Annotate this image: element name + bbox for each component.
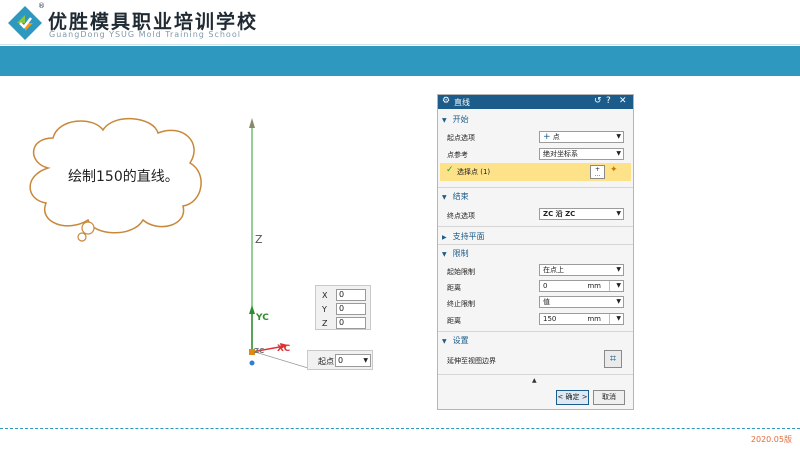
axis-xc-label: XC <box>277 344 291 354</box>
start-limit-label: 起始限制 <box>447 268 475 276</box>
y-input[interactable]: 0 <box>336 303 366 315</box>
point-ref-value: 绝对坐标系 <box>543 150 578 158</box>
select-point-text: 选择点 (1) <box>457 168 491 176</box>
section-support-plane-label: 支持平面 <box>452 232 485 241</box>
version-label: 2020.05版 <box>750 435 792 444</box>
x-input[interactable]: 0 <box>336 289 366 301</box>
divider <box>438 226 633 227</box>
cad-axes <box>249 118 309 369</box>
distance1-unit: mm <box>587 282 601 290</box>
point-ref-label: 点参考 <box>447 151 468 159</box>
end-option-label: 终点选项 <box>447 212 475 220</box>
point-dialog-icon[interactable]: + ··· <box>590 165 605 180</box>
close-icon[interactable]: ✕ <box>619 96 627 106</box>
distance1-label: 距离 <box>447 284 461 292</box>
start-limit-value: 在点上 <box>543 266 564 274</box>
axis-z-label: Z <box>255 233 263 246</box>
end-limit-value: 值 <box>543 298 550 306</box>
reset-icon[interactable]: ↺ <box>594 96 602 106</box>
distance2-input[interactable]: 150 mm ▼ <box>539 313 624 325</box>
select-point-row[interactable]: ✓ 选择点 (1) + ··· ✦ <box>440 163 631 181</box>
start-option-select[interactable]: + 点 ▼ <box>539 131 624 143</box>
end-option-select[interactable]: ZC 沿 ZC ▼ <box>539 208 624 220</box>
start-point-label: 起点 <box>318 357 334 366</box>
end-limit-label: 终止限制 <box>447 300 475 308</box>
expand-triangle-icon: ▶ <box>442 234 447 241</box>
x-label: X <box>322 290 328 300</box>
section-support-plane-header[interactable]: ▶ 支持平面 <box>442 231 485 243</box>
chevron-down-icon[interactable]: ▼ <box>616 314 621 324</box>
extend-to-view-label: 延伸至视图边界 <box>447 357 496 365</box>
help-icon[interactable]: ? <box>606 96 611 106</box>
school-logo <box>8 6 42 40</box>
school-english-name: GuangDong YSUG Mold Training School <box>49 30 241 39</box>
chevron-down-icon: ▼ <box>616 298 621 305</box>
check-icon: ✓ <box>446 165 454 175</box>
distance1-value: 0 <box>543 282 548 290</box>
divider <box>438 331 633 332</box>
end-option-value: ZC 沿 ZC <box>543 210 576 218</box>
distance2-label: 距离 <box>447 317 461 325</box>
collapse-triangle-icon: ▼ <box>442 194 447 201</box>
point-ref-select[interactable]: 绝对坐标系 ▼ <box>539 148 624 160</box>
end-limit-select[interactable]: 值 ▼ <box>539 296 624 308</box>
footer-divider <box>0 428 800 429</box>
section-end-label: 结束 <box>452 192 469 201</box>
axis-zc-label: ZC <box>254 347 265 355</box>
section-limits-header[interactable]: ▼ 限制 <box>442 248 469 260</box>
collapse-triangle-icon: ▼ <box>442 338 447 345</box>
chevron-down-icon: ▼ <box>616 150 621 157</box>
collapse-triangle-icon: ▼ <box>442 251 447 258</box>
divider <box>438 374 633 375</box>
cancel-button[interactable]: 取消 <box>593 390 625 405</box>
y-label: Y <box>322 304 327 314</box>
start-point-panel: 起点 0 ▼ <box>307 350 373 370</box>
snap-point-icon[interactable]: ✦ <box>610 165 618 175</box>
header-banner <box>0 46 800 76</box>
section-end-header[interactable]: ▼ 结束 <box>442 191 469 203</box>
axis-yc-label: YC <box>256 313 269 323</box>
chevron-down-icon: ▼ <box>363 357 368 364</box>
distance1-input[interactable]: 0 mm ▼ <box>539 280 624 292</box>
z-arrow-head <box>249 118 255 128</box>
chevron-down-icon[interactable]: ▼ <box>616 281 621 291</box>
callout-text: 绘制150的直线。 <box>68 169 179 185</box>
start-point-value: 0 <box>338 356 344 365</box>
divider <box>438 244 633 245</box>
gear-icon[interactable]: ⚙ <box>442 96 450 106</box>
coordinate-input-panel: X 0 Y 0 Z 0 <box>315 285 371 330</box>
crosshair-point-icon: + <box>543 132 551 142</box>
start-option-label: 起点选项 <box>447 134 475 142</box>
collapse-up-icon[interactable]: ▲ <box>532 377 537 384</box>
section-limits-label: 限制 <box>452 249 469 258</box>
z-input[interactable]: 0 <box>336 317 366 329</box>
chevron-down-icon: ▼ <box>616 210 621 217</box>
distance2-unit: mm <box>587 315 601 323</box>
chevron-down-icon: ▼ <box>616 133 621 140</box>
header-divider <box>0 44 800 45</box>
start-point-select[interactable]: 0 ▼ <box>335 354 371 367</box>
section-settings-label: 设置 <box>452 336 469 345</box>
chevron-down-icon: ▼ <box>616 266 621 273</box>
collapse-triangle-icon: ▼ <box>442 117 447 124</box>
z-label: Z <box>322 318 328 328</box>
start-limit-select[interactable]: 在点上 ▼ <box>539 264 624 276</box>
section-start-header[interactable]: ▼ 开始 <box>442 114 469 126</box>
dialog-title-bar: ⚙ 直线 ↺ ? ✕ <box>438 95 633 109</box>
line-dialog: ⚙ 直线 ↺ ? ✕ ▼ 开始 起点选项 + 点 ▼ 点参考 绝对坐标系 ▼ ✓ … <box>437 94 634 410</box>
registered-mark: ® <box>38 2 45 10</box>
ok-button[interactable]: < 确定 > <box>556 390 589 405</box>
start-option-value: 点 <box>552 133 560 141</box>
extend-to-view-bounds-icon[interactable]: ⌗ <box>604 350 622 368</box>
distance2-value: 150 <box>543 315 557 323</box>
section-settings-header[interactable]: ▼ 设置 <box>442 335 469 347</box>
section-start-label: 开始 <box>452 115 469 124</box>
dialog-title: 直线 <box>454 98 470 107</box>
divider <box>438 187 633 188</box>
